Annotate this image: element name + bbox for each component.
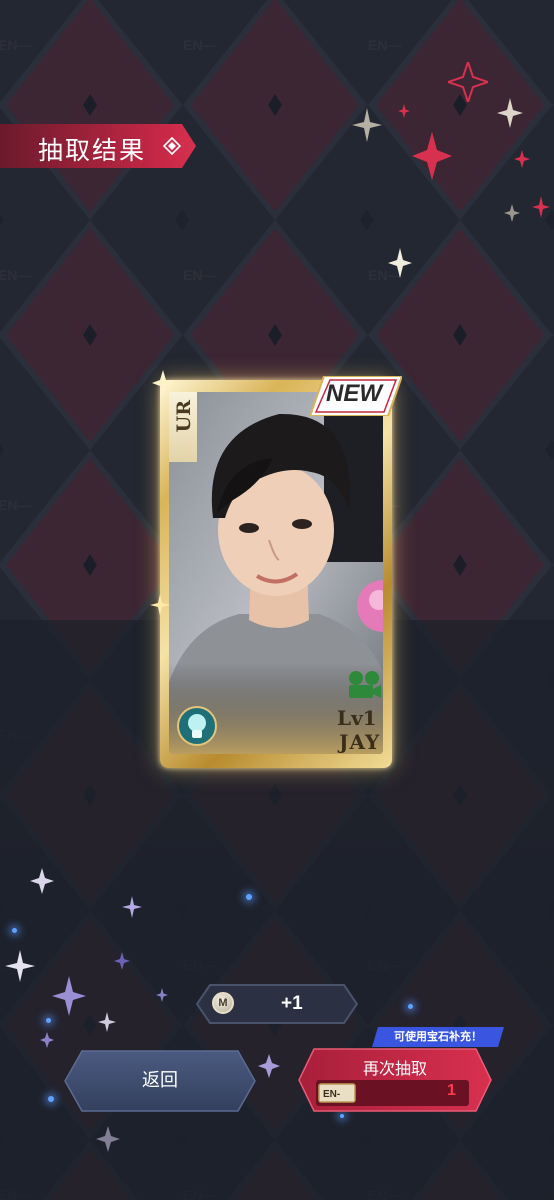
sparkle-icon — [114, 952, 130, 970]
sparkle-icon — [398, 104, 410, 118]
card-photo-area: Lv1 JAY — [169, 392, 383, 754]
draw-result-screen: EN— 抽取结果 — [0, 0, 554, 1200]
rarity-label: UR — [173, 400, 195, 433]
sparkle-icon — [352, 108, 382, 142]
sparkle-icon — [152, 370, 174, 396]
sparkle-icon — [448, 62, 488, 102]
currency-coin-icon: M — [212, 992, 234, 1014]
back-button[interactable]: 返回 — [64, 1050, 256, 1112]
glow-particle — [12, 928, 17, 933]
sparkle-icon — [52, 976, 86, 1016]
sparkle-icon — [5, 950, 35, 982]
svg-text:EN-: EN- — [323, 1089, 340, 1100]
sparkle-icon — [156, 988, 168, 1002]
sparkle-icon — [150, 594, 170, 616]
redraw-button[interactable]: 再次抽取 — [298, 1055, 492, 1079]
sparkle-icon — [96, 1126, 120, 1152]
sparkle-icon — [388, 248, 412, 278]
sparkle-icon — [98, 1012, 116, 1032]
gem-hint-text: 可使用宝石补充！ — [394, 1030, 482, 1043]
glow-particle — [48, 1096, 54, 1102]
glow-particle — [340, 1114, 344, 1118]
reward-amount: +1 — [281, 993, 303, 1014]
sparkle-icon — [40, 1032, 54, 1048]
sparkle-icon — [532, 196, 550, 218]
sparkle-icon — [30, 868, 54, 894]
glow-particle — [246, 894, 252, 900]
draw-ticket-icon: EN- — [318, 1083, 356, 1103]
drawn-card[interactable]: Lv1 JAY UR NEW — [150, 370, 402, 768]
sparkle-icon — [122, 896, 142, 918]
member-name: JAY — [339, 730, 381, 754]
sparkle-icon — [258, 1054, 280, 1078]
new-badge-text: NEW — [326, 380, 382, 407]
glow-particle — [46, 1018, 51, 1023]
sparkle-icon — [504, 204, 520, 222]
pink-lollipop-decoration — [357, 580, 383, 632]
page-title: 抽取结果 — [38, 136, 147, 165]
sparkle-icon — [514, 150, 530, 168]
video-camera-icon — [349, 671, 381, 698]
sparkle-icon — [497, 98, 523, 128]
lightbulb-icon — [177, 706, 217, 746]
glow-particle — [408, 1004, 413, 1009]
ticket-count: 1 — [447, 1082, 456, 1099]
sparkle-icon — [412, 132, 452, 180]
card-level: Lv1 — [337, 706, 377, 730]
